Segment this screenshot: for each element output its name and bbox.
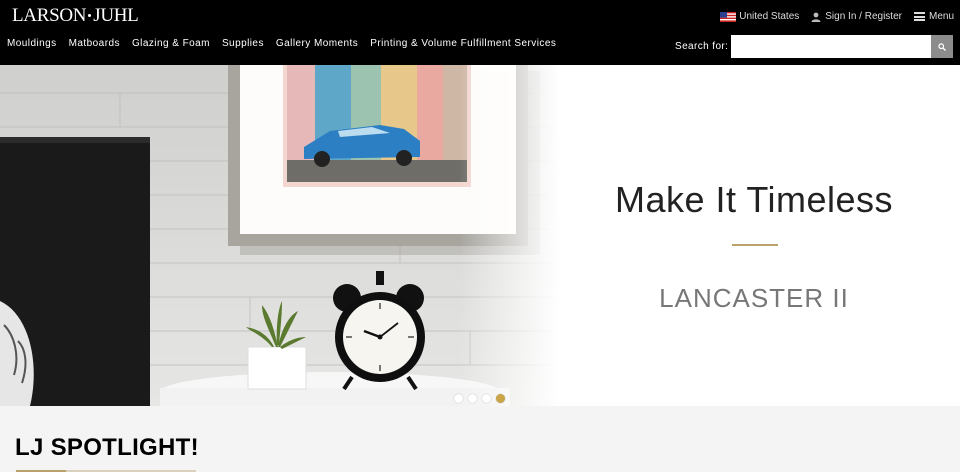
site-header: LARSON JUHL United States Sign In / Regis… (0, 0, 960, 65)
menu-button[interactable]: Menu (913, 11, 954, 22)
search-input[interactable] (731, 35, 931, 58)
nav-item-glazing-foam[interactable]: Glazing & Foam (132, 38, 210, 49)
search-icon (938, 42, 946, 51)
country-label: United States (739, 11, 800, 22)
hero-title: Make It Timeless (614, 179, 894, 220)
nav-item-matboards[interactable]: Matboards (69, 38, 120, 49)
spotlight-title: LJ SPOTLIGHT! (15, 434, 199, 461)
nav-item-gallery-moments[interactable]: Gallery Moments (276, 38, 358, 49)
logo-text-left: LARSON (12, 5, 87, 26)
nav-item-mouldings[interactable]: Mouldings (7, 38, 57, 49)
nav-item-printing-fulfillment[interactable]: Printing & Volume Fulfillment Services (370, 38, 556, 49)
hamburger-menu-icon (913, 12, 925, 21)
slider-pagination (454, 394, 510, 403)
hero-slider[interactable]: Make It Timeless LANCASTER II (0, 65, 960, 406)
nav-item-supplies[interactable]: Supplies (222, 38, 264, 49)
sign-in-register-label: Sign In / Register (825, 11, 902, 22)
logo-separator-dot (88, 14, 92, 18)
slider-dot-3[interactable] (482, 394, 491, 403)
search-label: Search for: (675, 41, 729, 52)
search-button[interactable] (931, 35, 953, 58)
main-nav: Mouldings Matboards Glazing & Foam Suppl… (7, 38, 568, 49)
larson-juhl-logo[interactable]: LARSON JUHL (12, 5, 139, 27)
us-flag-icon (720, 11, 737, 22)
sign-in-register-link[interactable]: Sign In / Register (811, 11, 902, 22)
user-icon (811, 12, 821, 22)
slider-dot-1[interactable] (454, 394, 463, 403)
slider-dot-2[interactable] (468, 394, 477, 403)
slider-dot-4-active[interactable] (496, 394, 505, 403)
hero-divider (732, 244, 778, 246)
hero-image-framed-car-print-with-alarm-clock (0, 65, 560, 406)
country-selector[interactable]: United States (720, 11, 799, 22)
menu-label: Menu (928, 11, 954, 22)
utility-bar: United States Sign In / Register Menu (708, 11, 954, 22)
spotlight-section: LJ SPOTLIGHT! (0, 406, 960, 472)
hero-subtitle[interactable]: LANCASTER II (560, 283, 948, 314)
logo-text-right: JUHL (93, 5, 139, 26)
